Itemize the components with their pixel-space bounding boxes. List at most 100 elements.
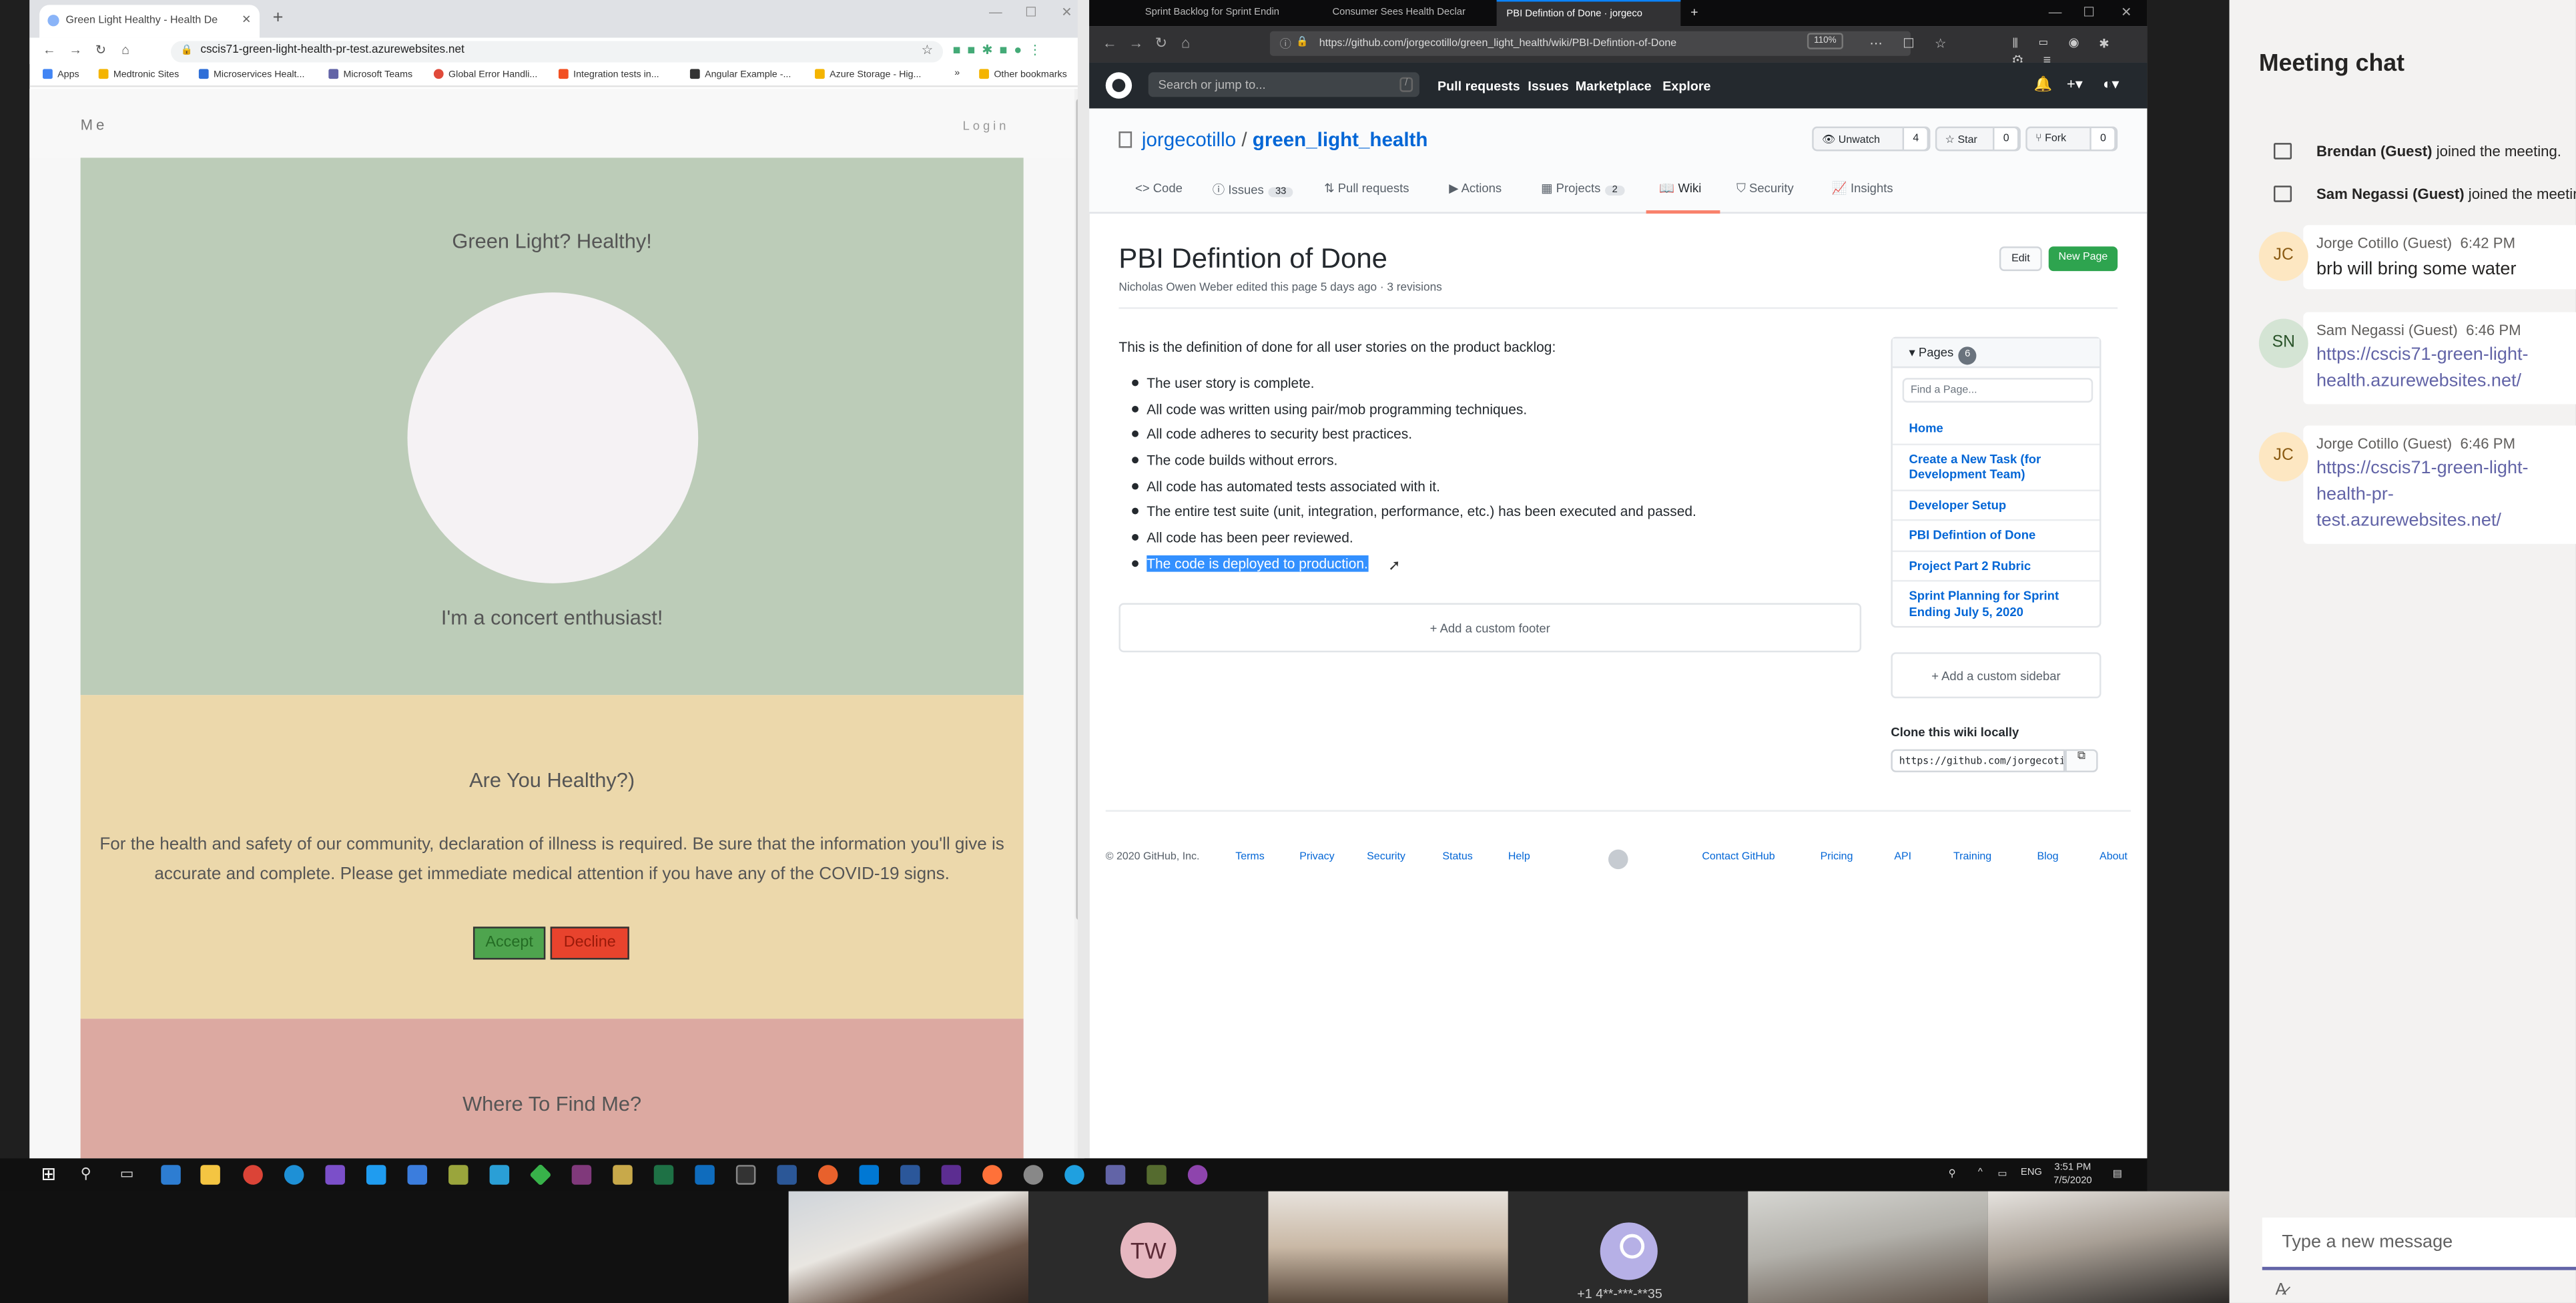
address-bar[interactable]: 🔒 cscis71-green-light-health-pr-test.azu… [171,41,944,63]
minimize-icon[interactable]: — [989,5,1002,19]
footer-privacy[interactable]: Privacy [1299,851,1334,862]
reload-icon[interactable]: ↻ [95,43,107,57]
ie-icon[interactable] [284,1165,304,1185]
message-link[interactable]: https://cscis71-green-light-health-pr-te… [2316,455,2547,534]
watch-count[interactable]: 4 [1903,126,1929,152]
page-link-developer-setup[interactable]: Developer Setup [1892,491,2100,521]
format-text-icon[interactable]: A̷ [2275,1282,2286,1300]
footer-status[interactable]: Status [1442,851,1472,862]
footer-training[interactable]: Training [1953,851,1991,862]
bookmark-azure-storage[interactable]: Azure Storage - Hig... [815,69,921,81]
info-icon[interactable]: ⓘ [1280,36,1291,53]
maximize-icon[interactable]: ☐ [1025,5,1037,19]
github-mark-icon[interactable] [1608,849,1628,870]
app-icon-2[interactable] [407,1165,428,1185]
tab-security[interactable]: ⛉ Security [1736,181,1794,198]
vs-icon-2[interactable] [941,1165,962,1185]
home-icon[interactable]: ⌂ [1181,35,1190,51]
bookmark-teams[interactable]: Microsoft Teams [328,69,412,81]
new-page-button[interactable]: New Page [2048,246,2118,272]
app-icon-11[interactable] [1064,1165,1084,1185]
notification-center-icon[interactable]: ▤ [2113,1168,2122,1180]
add-custom-sidebar[interactable]: + Add a custom sidebar [1891,652,2102,699]
clone-url-input[interactable]: https://github.com/jorgecotillo/green_li… [1891,749,2065,772]
bookmark-apps[interactable]: Apps [43,69,79,81]
tab-projects[interactable]: ▦ Projects 2 [1541,181,1624,196]
repo-name-link[interactable]: green_light_health [1253,128,1428,151]
tray-chevron-icon[interactable]: ^ [1978,1168,1983,1178]
footer-help[interactable]: Help [1508,851,1530,862]
nav-marketplace[interactable]: Marketplace [1576,79,1652,93]
firefox-tab-pbi-done[interactable]: PBI Defintion of Done · jorgeco [1496,0,1681,27]
footer-api[interactable]: API [1894,851,1911,862]
back-icon[interactable]: ← [43,43,56,57]
add-custom-footer[interactable]: + Add a custom footer [1118,603,1862,653]
tab-code[interactable]: <> Code [1135,181,1183,196]
task-view-icon[interactable]: ▭ [120,1165,134,1183]
find-page-input[interactable]: Find a Page... [1902,378,2094,403]
zoom-level[interactable]: 110% [1807,33,1844,49]
forward-icon[interactable]: → [1129,35,1143,51]
repo-owner-link[interactable]: jorgecotillo [1142,128,1236,151]
page-link-home[interactable]: Home [1892,414,2100,445]
app-icon-1[interactable] [161,1165,181,1185]
nav-explore[interactable]: Explore [1662,79,1710,93]
minimize-icon[interactable]: — [2049,5,2062,19]
bookmarks-overflow[interactable]: » [954,69,960,79]
message-link[interactable]: https://cscis71-green-light-health.azure… [2316,342,2547,395]
visual-studio-icon[interactable] [325,1165,345,1185]
word-icon[interactable] [900,1165,920,1185]
volume-icon[interactable]: ▭ [1997,1168,2007,1180]
app-icon-6[interactable] [613,1165,633,1185]
home-icon[interactable]: ⌂ [121,43,129,57]
create-new-icon[interactable]: +▾ [2067,75,2083,93]
footer-about[interactable]: About [2100,851,2128,862]
app-icon-5[interactable] [529,1163,552,1186]
page-link-rubric[interactable]: Project Part 2 Rubric [1892,551,2100,582]
back-icon[interactable]: ← [1102,35,1117,51]
page-link-sprint-planning[interactable]: Sprint Planning for Sprint Ending July 5… [1893,581,2100,625]
site-brand[interactable]: Me [81,117,108,134]
edit-page-button[interactable]: Edit [1999,246,2042,272]
bookmark-other[interactable]: Other bookmarks [979,69,1067,81]
accept-button[interactable]: Accept [472,927,546,960]
fork-count[interactable]: 0 [2090,126,2116,152]
tab-wiki[interactable]: 📖 Wiki [1659,181,1701,196]
app-icon-9[interactable] [859,1165,880,1185]
page-link-pbi-done[interactable]: PBI Defintion of Done [1892,521,2100,551]
star-button[interactable]: ☆ Star 0 [1935,126,2021,152]
page-actions-icons[interactable]: ⋯ ☐ ☆ [1869,36,1955,51]
tab-issues[interactable]: ⓘ Issues 33 [1213,181,1293,199]
file-explorer-icon[interactable] [200,1165,220,1185]
firefox-icon[interactable] [982,1165,1002,1185]
firefox-tab-consumer-sees[interactable]: Consumer Sees Health Declar [1323,0,1494,26]
new-tab-icon[interactable]: + [1690,5,1698,19]
bookmark-star-icon[interactable]: ☆ [922,43,934,57]
terminal-icon[interactable] [735,1165,756,1185]
tab-insights[interactable]: 📈 Insights [1832,181,1893,196]
footer-security[interactable]: Security [1367,851,1405,862]
github-logo-icon[interactable] [1105,72,1133,99]
vscode-icon[interactable] [366,1165,386,1185]
star-count[interactable]: 0 [1993,126,2019,152]
github-search-input[interactable]: Search or jump to... / [1148,72,1419,97]
nav-issues[interactable]: Issues [1528,79,1568,93]
forward-icon[interactable]: → [69,43,82,57]
bookmark-global-error[interactable]: Global Error Handli... [433,69,537,81]
notifications-bell-icon[interactable]: 🔔 [2034,75,2053,93]
page-link-create-task[interactable]: Create a New Task (for Development Team) [1892,445,2100,491]
message-compose-input[interactable]: Type a new message [2262,1217,2576,1270]
chrome-icon[interactable] [243,1165,263,1185]
teams-icon[interactable] [1105,1165,1126,1185]
close-tab-icon[interactable]: ✕ [242,13,251,26]
decline-button[interactable]: Decline [550,927,629,960]
login-link[interactable]: Login [963,118,1010,133]
reload-icon[interactable]: ↻ [1155,35,1168,53]
footer-contact[interactable]: Contact GitHub [1702,851,1775,862]
footer-blog[interactable]: Blog [2037,851,2059,862]
outlook-icon[interactable] [695,1165,715,1185]
fork-button[interactable]: ⑂ Fork 0 [2025,126,2118,152]
app-icon-8[interactable] [818,1165,838,1185]
maximize-icon[interactable]: ☐ [2083,5,2095,19]
footer-pricing[interactable]: Pricing [1821,851,1853,862]
